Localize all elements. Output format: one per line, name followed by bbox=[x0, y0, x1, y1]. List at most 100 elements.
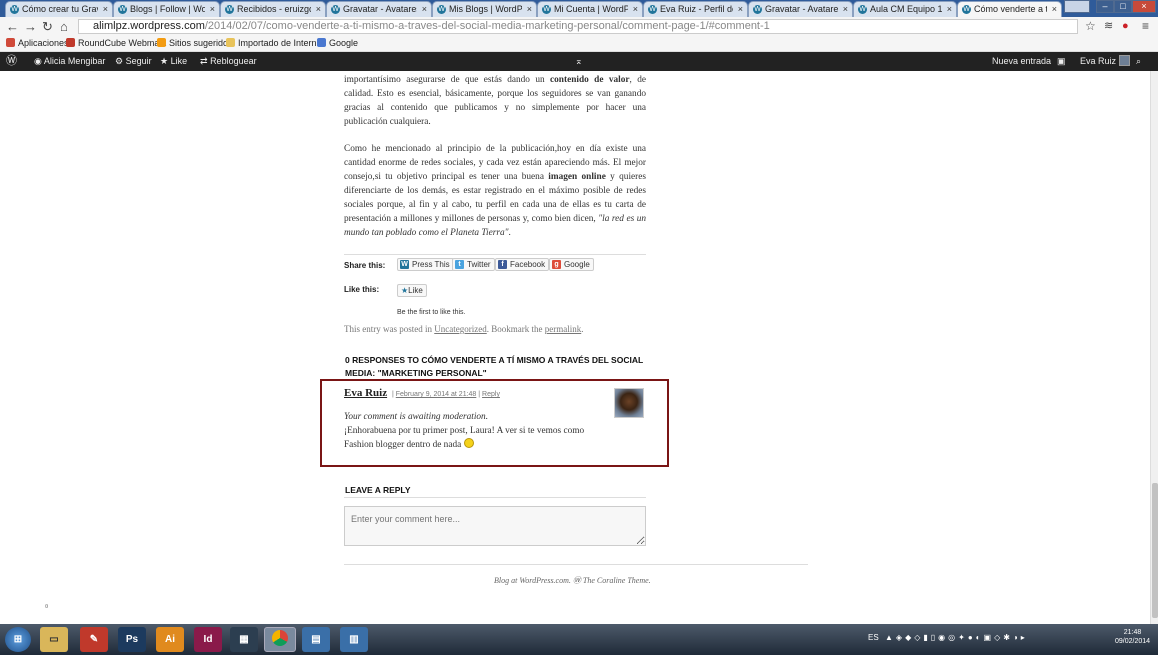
window-icon[interactable]: ▥ bbox=[340, 627, 368, 652]
tab-close-icon[interactable]: × bbox=[633, 2, 638, 16]
taskbar-app-icon[interactable]: Ps bbox=[118, 627, 146, 652]
tab-close-icon[interactable]: × bbox=[422, 2, 427, 16]
admin-user-link[interactable]: ◉ Alicia Mengibar bbox=[34, 52, 105, 71]
comment: Eva Ruiz | February 9, 2014 at 21:48 | R… bbox=[320, 379, 669, 467]
moderation-notice: Your comment is awaiting moderation. bbox=[344, 412, 489, 422]
avatar bbox=[614, 388, 644, 418]
share-button-label: Google bbox=[564, 260, 590, 269]
like-button[interactable]: ★Like bbox=[397, 284, 427, 297]
bookmark-icon bbox=[6, 38, 15, 47]
tab-title: Mis Blogs | WordPress bbox=[449, 4, 522, 14]
browser-tab[interactable]: WEva Ruiz - Perfil de Gravatar × bbox=[643, 1, 748, 17]
share-button[interactable]: W Press This bbox=[397, 258, 454, 271]
browser-tab[interactable]: WGravatar - Avatares Mu × bbox=[748, 1, 853, 17]
browser-tab[interactable]: W Aula CM Equipo 15 × bbox=[853, 1, 957, 17]
share-button[interactable]: g Google bbox=[549, 258, 594, 271]
browser-tab[interactable]: WCómo crear tu Gravatar × bbox=[5, 1, 113, 17]
share-icon: t bbox=[455, 260, 464, 269]
home-icon[interactable]: ⌂ bbox=[60, 18, 68, 35]
browser-toolbar: ← → ↻ ⌂ alimlpz.wordpress.com/2014/02/07… bbox=[0, 17, 1158, 36]
tab-close-icon[interactable]: × bbox=[1052, 2, 1057, 16]
comment-input[interactable] bbox=[344, 506, 646, 546]
bookmark-item[interactable]: Aplicaciones bbox=[6, 36, 69, 51]
taskbar-app-icon[interactable]: Id bbox=[194, 627, 222, 652]
start-button[interactable]: ⊞ bbox=[5, 627, 31, 652]
bookmark-label: Importado de Intern... bbox=[238, 38, 325, 48]
chrome-icon[interactable] bbox=[264, 627, 296, 652]
page-scrollbar[interactable] bbox=[1150, 71, 1158, 624]
acrobat-icon[interactable]: ✎ bbox=[80, 627, 108, 652]
address-bar[interactable]: alimlpz.wordpress.com/2014/02/07/como-ve… bbox=[78, 19, 1078, 34]
browser-tab[interactable]: WMis Blogs | WordPress × bbox=[432, 1, 537, 17]
file-explorer-icon[interactable]: ▭ bbox=[40, 627, 68, 652]
menu-icon[interactable]: ≡ bbox=[1142, 18, 1149, 35]
tab-close-icon[interactable]: × bbox=[738, 2, 743, 16]
account-link[interactable]: Eva Ruiz bbox=[1080, 52, 1130, 71]
bookmark-label: Google bbox=[329, 38, 359, 48]
follow-button[interactable]: ⚙ Seguir bbox=[115, 52, 152, 71]
share-button[interactable]: f Facebook bbox=[495, 258, 550, 271]
tab-close-icon[interactable]: × bbox=[843, 2, 848, 16]
tab-favicon-icon: W bbox=[648, 5, 657, 14]
forward-icon[interactable]: → bbox=[24, 18, 37, 35]
browser-tab[interactable]: WRecibidos - eruizgo@gmail × bbox=[220, 1, 326, 17]
clock[interactable]: 21:48 09/02/2014 bbox=[1115, 628, 1150, 646]
pinterest-icon[interactable]: ● bbox=[1122, 18, 1129, 35]
comment-meta: | February 9, 2014 at 21:48 | Reply bbox=[392, 391, 500, 398]
reblog-button[interactable]: ⇄ Rebloguear bbox=[200, 52, 257, 71]
bookmark-item[interactable]: RoundCube Webma... bbox=[66, 36, 167, 51]
divider bbox=[344, 254, 646, 255]
follow-icon: ⚙ bbox=[115, 56, 124, 66]
scroll-top-icon[interactable]: ⌅ bbox=[575, 52, 583, 71]
browser-tab[interactable]: WGravatar - Avatares Mu × bbox=[326, 1, 432, 17]
maximize-button[interactable]: □ bbox=[1114, 0, 1132, 13]
comment-author[interactable]: Eva Ruiz bbox=[344, 387, 387, 399]
bookmark-item[interactable]: Sitios sugeridos bbox=[157, 36, 233, 51]
reload-icon[interactable]: ↻ bbox=[42, 18, 53, 35]
browser-tab[interactable]: WBlogs | Follow | WordPress × bbox=[113, 1, 220, 17]
tab-close-icon[interactable]: × bbox=[210, 2, 215, 16]
new-tab-button[interactable] bbox=[1064, 0, 1090, 13]
permalink-link[interactable]: permalink bbox=[545, 324, 582, 334]
blog-at-link[interactable]: Blog at WordPress.com. bbox=[494, 576, 571, 585]
browser-tab[interactable]: WCómo venderte a ti mismo × bbox=[957, 1, 1062, 17]
window-icon[interactable]: ▤ bbox=[302, 627, 330, 652]
system-tray-icons[interactable]: ▲◈◆◇▮▯◉◎✦●◐▣◇✱◑▸ bbox=[885, 633, 1028, 642]
category-link[interactable]: Uncategorized bbox=[434, 324, 486, 334]
taskbar-app-icon[interactable]: Ai bbox=[156, 627, 184, 652]
reply-link[interactable]: Reply bbox=[482, 391, 500, 398]
theme-link[interactable]: The Coraline Theme. bbox=[583, 576, 651, 585]
tab-close-icon[interactable]: × bbox=[103, 2, 108, 16]
tab-close-icon[interactable]: × bbox=[947, 2, 952, 16]
divider bbox=[344, 497, 646, 498]
comments-title: 0 RESPONSES TO CÓMO VENDERTE A TÍ MISMO … bbox=[345, 355, 644, 378]
browser-tab[interactable]: WMi Cuenta | WordPress × bbox=[537, 1, 643, 17]
tab-title: Cómo venderte a ti mismo bbox=[974, 4, 1047, 14]
notifications-icon[interactable]: ▣ bbox=[1057, 52, 1066, 71]
back-icon[interactable]: ← bbox=[6, 18, 19, 35]
like-admin-button[interactable]: ★ Like bbox=[160, 52, 187, 71]
extension-icon[interactable]: ≋ bbox=[1104, 18, 1113, 35]
share-button[interactable]: t Twitter bbox=[452, 258, 495, 271]
tab-title: Eva Ruiz - Perfil de Gravatar bbox=[660, 4, 733, 14]
bookmark-item[interactable]: Google bbox=[317, 36, 358, 51]
star-icon[interactable]: ☆ bbox=[1085, 18, 1096, 35]
minimize-button[interactable]: – bbox=[1096, 0, 1114, 13]
smiley-icon bbox=[463, 438, 474, 448]
wordpress-logo-icon[interactable]: Ⓦ bbox=[6, 52, 17, 71]
reply-title: LEAVE A REPLY bbox=[345, 485, 411, 495]
scrollbar-thumb[interactable] bbox=[1152, 483, 1158, 618]
new-post-link[interactable]: Nueva entrada bbox=[992, 52, 1051, 71]
close-window-button[interactable]: × bbox=[1132, 0, 1156, 13]
tab-close-icon[interactable]: × bbox=[316, 2, 321, 16]
share-icon: g bbox=[552, 260, 561, 269]
calculator-icon[interactable]: ▦ bbox=[230, 627, 258, 652]
language-indicator[interactable]: ES bbox=[868, 633, 879, 642]
star-icon: ★ bbox=[160, 56, 169, 66]
page-content: importantísimo asegurarse de que estás d… bbox=[0, 71, 1150, 624]
comment-date-link[interactable]: February 9, 2014 at 21:48 bbox=[396, 391, 477, 398]
tab-close-icon[interactable]: × bbox=[527, 2, 532, 16]
bookmark-item[interactable]: Importado de Intern... bbox=[226, 36, 324, 51]
be-first-text: Be the first to like this. bbox=[397, 309, 466, 316]
search-icon[interactable]: ⌕ bbox=[1136, 52, 1141, 71]
